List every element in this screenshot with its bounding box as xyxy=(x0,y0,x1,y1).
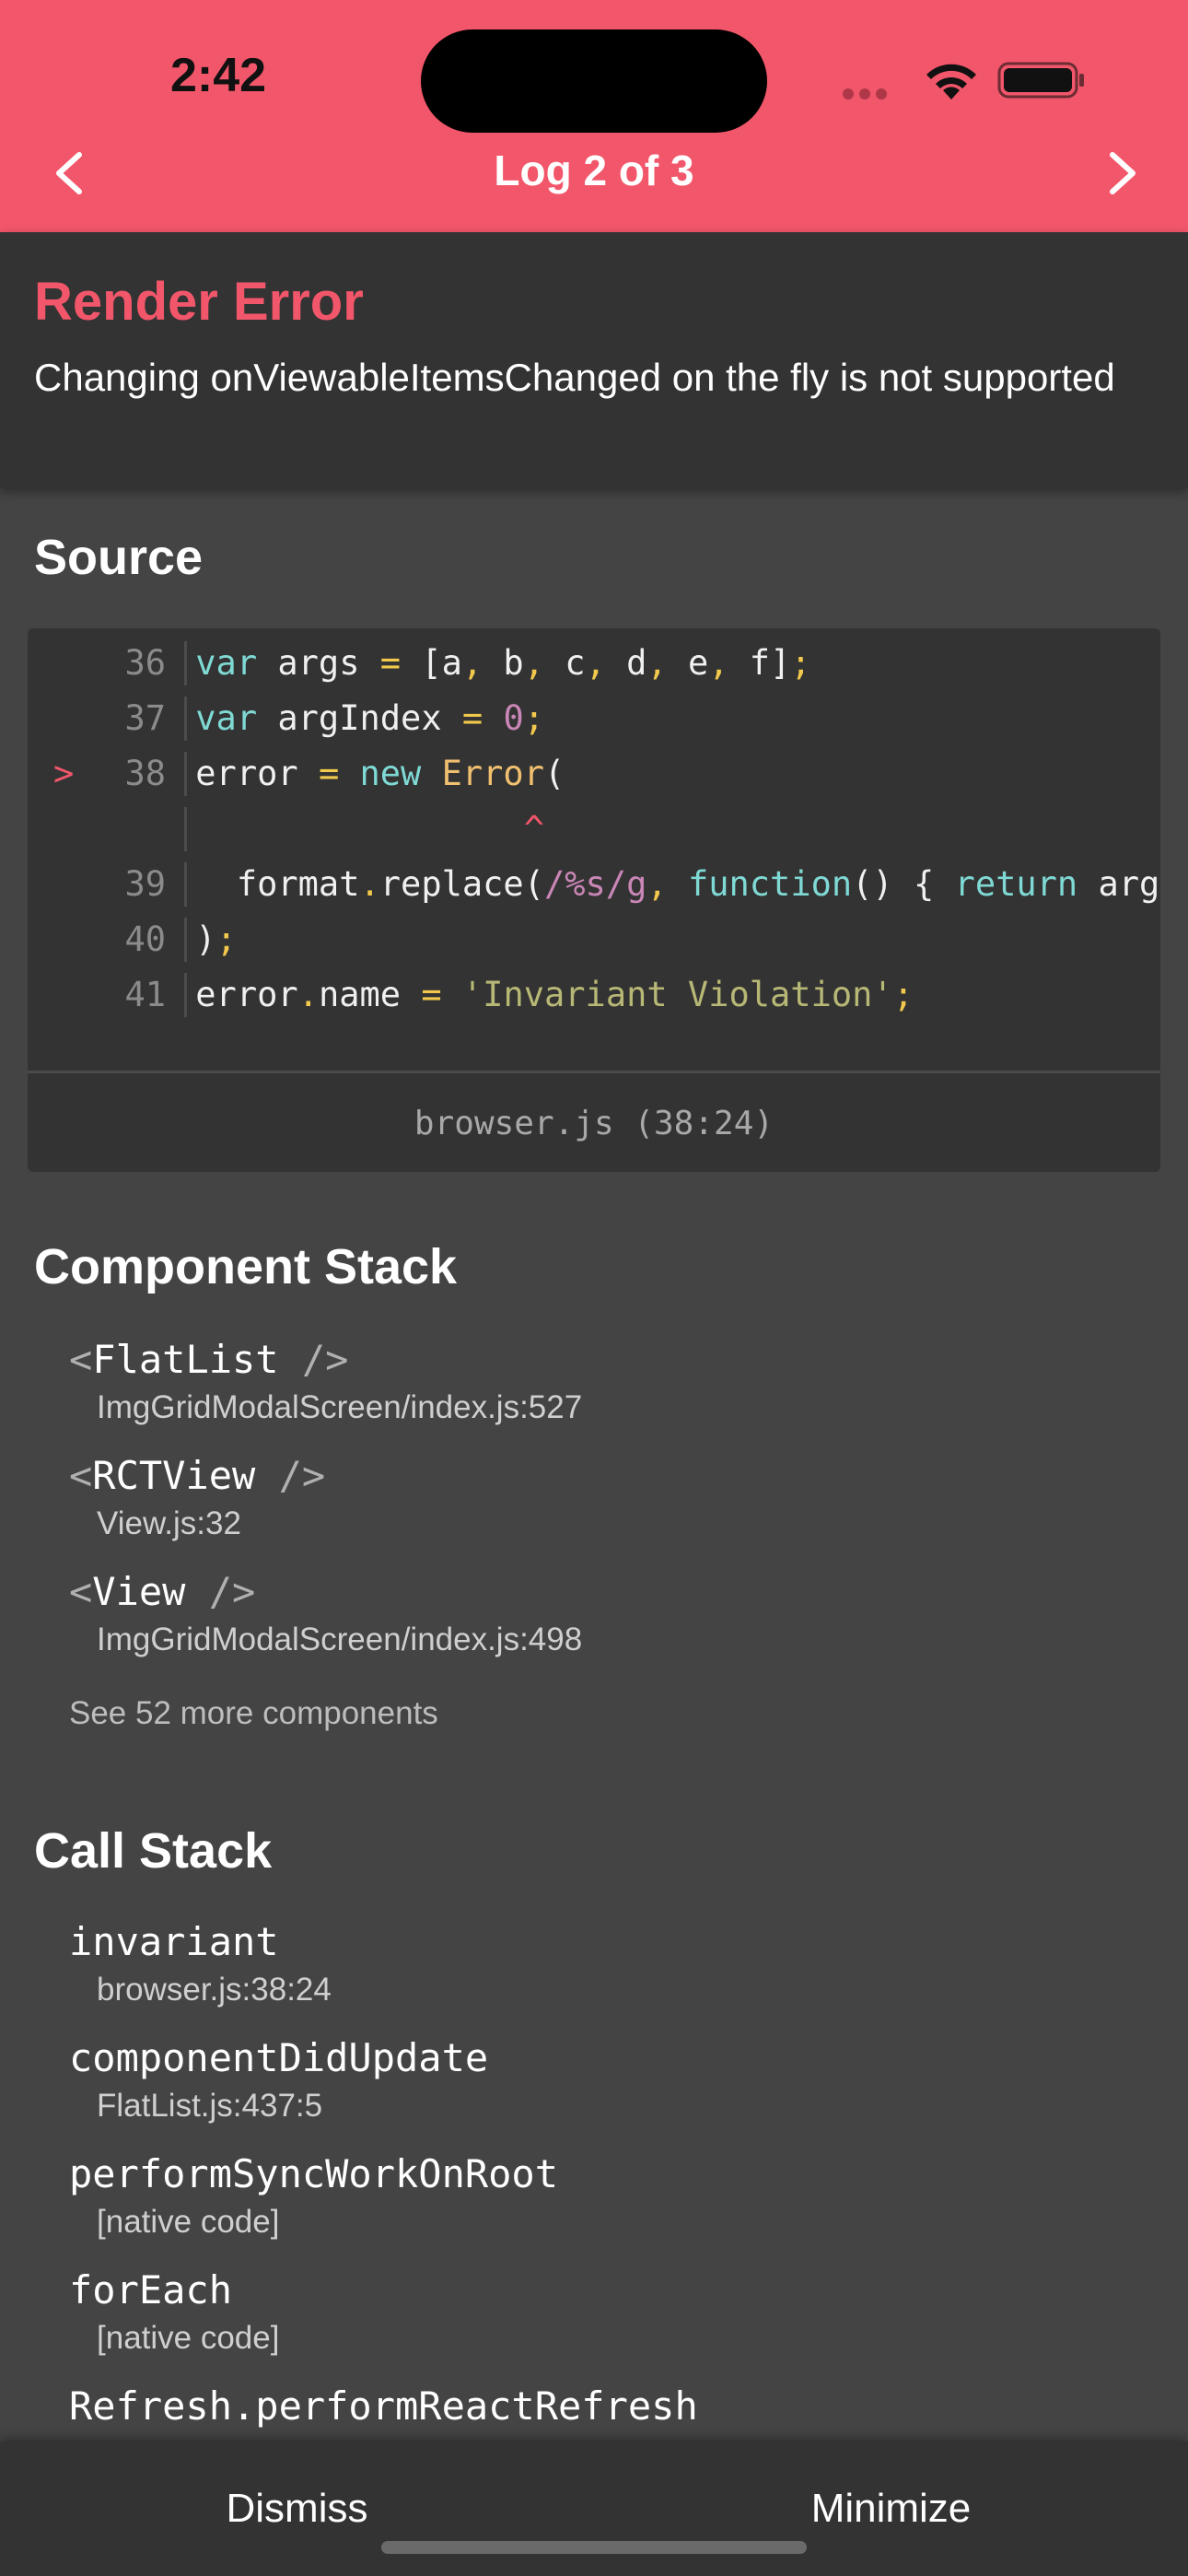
home-indicator[interactable] xyxy=(381,2541,807,2554)
error-message: Changing onViewableItemsChanged on the f… xyxy=(34,356,1115,399)
call-frame[interactable]: invariant browser.js:38:24 xyxy=(69,1916,1156,2012)
code-file-location[interactable]: browser.js (38:24) xyxy=(28,1071,1160,1172)
frame-location: ImgGridModalScreen/index.js:498 xyxy=(97,1622,583,1657)
next-log-chevron-icon[interactable] xyxy=(1101,147,1144,199)
log-counter-title: Log 2 of 3 xyxy=(494,146,694,194)
status-time: 2:42 xyxy=(170,49,267,102)
component-name: <View /> xyxy=(69,1569,256,1614)
component-frame[interactable]: <View /> ImgGridModalScreen/index.js:498 xyxy=(69,1566,1156,1662)
error-summary: Render Error Changing onViewableItemsCha… xyxy=(0,232,1188,488)
minimize-button[interactable]: Minimize xyxy=(594,2441,1188,2576)
code-text: format.replace(/%s/g, function() { retur… xyxy=(175,864,1160,904)
call-stack-heading: Call Stack xyxy=(34,1823,273,1879)
frame-location: View.js:32 xyxy=(97,1505,241,1541)
frame-location: FlatList.js:437:5 xyxy=(97,2088,323,2124)
component-name: <FlatList /> xyxy=(69,1337,349,1382)
code-frame: 36 var args = [a, b, c, d, e, f]; 37 var … xyxy=(28,628,1160,1172)
code-text: var argIndex = 0; xyxy=(195,698,544,738)
call-frame[interactable]: componentDidUpdate FlatList.js:437:5 xyxy=(69,2032,1156,2128)
frame-location: ImgGridModalScreen/index.js:527 xyxy=(97,1389,583,1425)
function-name: performSyncWorkOnRoot xyxy=(69,2151,559,2196)
frame-location: browser.js:38:24 xyxy=(97,1972,332,2008)
dismiss-button[interactable]: Dismiss xyxy=(0,2441,594,2576)
call-frame[interactable]: performSyncWorkOnRoot [native code] xyxy=(69,2149,1156,2244)
error-line-marker: > xyxy=(53,754,75,793)
line-number: 40 xyxy=(124,919,166,959)
function-name: componentDidUpdate xyxy=(69,2035,489,2080)
function-name: invariant xyxy=(69,1919,279,1964)
call-frame[interactable]: forEach [native code] xyxy=(69,2265,1156,2360)
function-name: forEach xyxy=(69,2267,233,2313)
code-text: ^ xyxy=(523,809,544,849)
line-number: 38 xyxy=(124,754,166,793)
battery-icon xyxy=(997,62,1084,99)
code-text: var args = [a, b, c, d, e, f]; xyxy=(195,643,811,683)
component-frame[interactable]: <RCTView /> View.js:32 xyxy=(69,1450,1156,1546)
header-bar: 2:42 Log 2 of 3 xyxy=(0,0,1188,232)
source-heading: Source xyxy=(34,530,204,585)
line-number: 36 xyxy=(124,643,166,683)
dynamic-island xyxy=(421,29,767,133)
frame-location: [native code] xyxy=(97,2320,280,2356)
bottom-action-bar: Dismiss Minimize xyxy=(0,2441,1188,2576)
code-text: ); xyxy=(175,919,237,959)
component-stack-heading: Component Stack xyxy=(34,1239,458,1294)
line-number: 39 xyxy=(124,864,166,904)
code-lines: 36 var args = [a, b, c, d, e, f]; 37 var … xyxy=(28,628,1160,1071)
see-more-components-link[interactable]: See 52 more components xyxy=(69,1695,438,1732)
cellular-signal-icon xyxy=(843,88,903,100)
line-number: 41 xyxy=(124,975,166,1014)
wifi-icon xyxy=(926,64,976,100)
function-name: Refresh.performReactRefresh xyxy=(69,2383,698,2429)
component-name: <RCTView /> xyxy=(69,1453,326,1498)
frame-location: [native code] xyxy=(97,2204,280,2240)
call-frame[interactable]: Refresh.performReactRefresh xyxy=(69,2381,1156,2432)
code-text: error.name = 'Invariant Violation'; xyxy=(175,975,914,1014)
error-title: Render Error xyxy=(34,272,364,332)
component-frame[interactable]: <FlatList /> ImgGridModalScreen/index.js:… xyxy=(69,1334,1156,1430)
line-number: 37 xyxy=(124,698,166,738)
code-text: error = new Error( xyxy=(175,754,565,793)
